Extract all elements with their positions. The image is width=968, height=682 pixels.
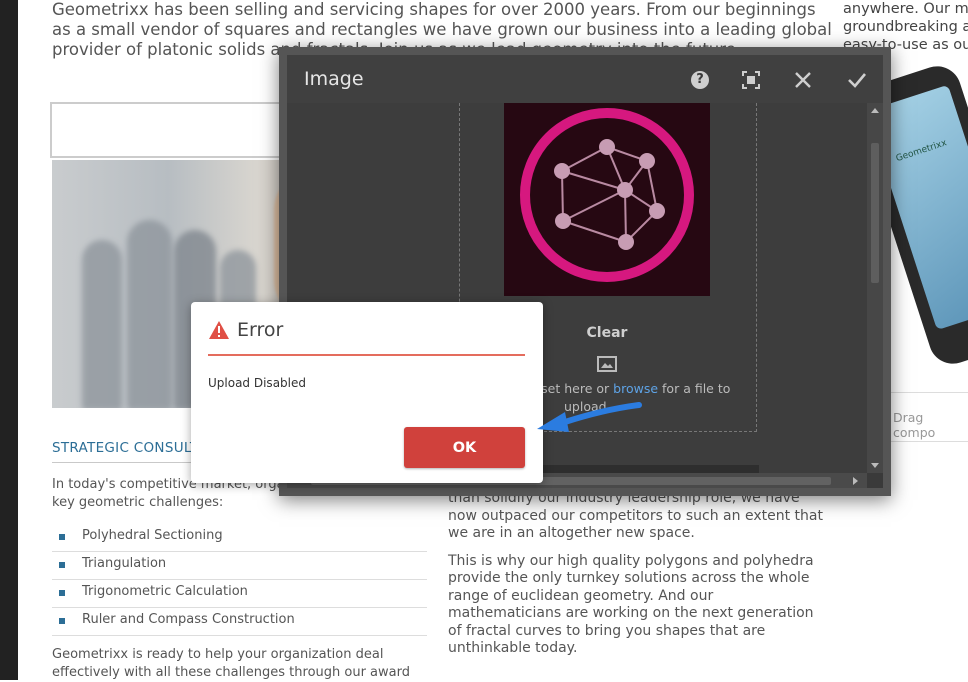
drag-components-hint: Drag compo: [893, 410, 936, 440]
arrow-annotation-icon: [537, 402, 642, 432]
close-button[interactable]: [790, 67, 816, 93]
ok-button[interactable]: OK: [404, 427, 525, 468]
middle-paragraph: than solidify our industry leadership ro…: [448, 490, 823, 541]
help-button[interactable]: ?: [687, 67, 713, 93]
image-icon: [597, 356, 617, 372]
list-item: Polyhedral Sectioning: [52, 525, 427, 552]
scroll-down-icon[interactable]: [871, 463, 879, 468]
search-box-outline: [50, 102, 314, 158]
help-icon: ?: [691, 71, 709, 89]
left-edge-bar: [0, 0, 18, 680]
drop-text-end: for a file to: [662, 381, 731, 396]
warning-icon: [209, 321, 229, 339]
section-divider: [52, 462, 192, 463]
checkmark-icon: [848, 73, 866, 88]
photo-figure: [127, 220, 172, 408]
scroll-up-icon[interactable]: [871, 108, 879, 113]
fullscreen-button[interactable]: [738, 67, 764, 93]
list-item: Triangulation: [52, 553, 427, 580]
clear-button[interactable]: Clear: [557, 325, 657, 341]
error-title: Error: [237, 319, 284, 341]
phone-brand: Geometrixx: [894, 138, 949, 165]
image-thumbnail: [504, 103, 710, 296]
close-icon: [795, 72, 811, 88]
error-dialog: Error Upload Disabled OK: [191, 302, 543, 483]
list-item: Ruler and Compass Construction: [52, 609, 427, 636]
list-item: Trigonometric Calculation: [52, 581, 427, 608]
dialog-title: Image: [304, 68, 364, 90]
photo-figure: [82, 240, 122, 408]
challenges-list: Polyhedral Sectioning Triangulation Trig…: [52, 525, 427, 637]
network-logo-icon: [520, 108, 694, 282]
right-column-text: anywhere. Our mo groundbreaking a easy-t…: [843, 1, 968, 53]
image-dialog-header: Image ?: [287, 55, 883, 104]
browse-link[interactable]: browse: [613, 381, 658, 396]
closing-paragraph: Geometrixx is ready to help your organiz…: [52, 647, 410, 680]
error-title-underline: [208, 354, 525, 356]
scroll-right-icon[interactable]: [853, 477, 858, 485]
done-button[interactable]: [844, 67, 870, 93]
scrollbar-thumb[interactable]: [871, 143, 879, 283]
fullscreen-icon: [742, 71, 760, 89]
middle-column-text: than solidify our industry leadership ro…: [448, 490, 828, 668]
error-message: Upload Disabled: [208, 376, 306, 390]
middle-paragraph: This is why our high quality polygons an…: [448, 552, 814, 657]
vertical-scrollbar[interactable]: [867, 103, 883, 473]
